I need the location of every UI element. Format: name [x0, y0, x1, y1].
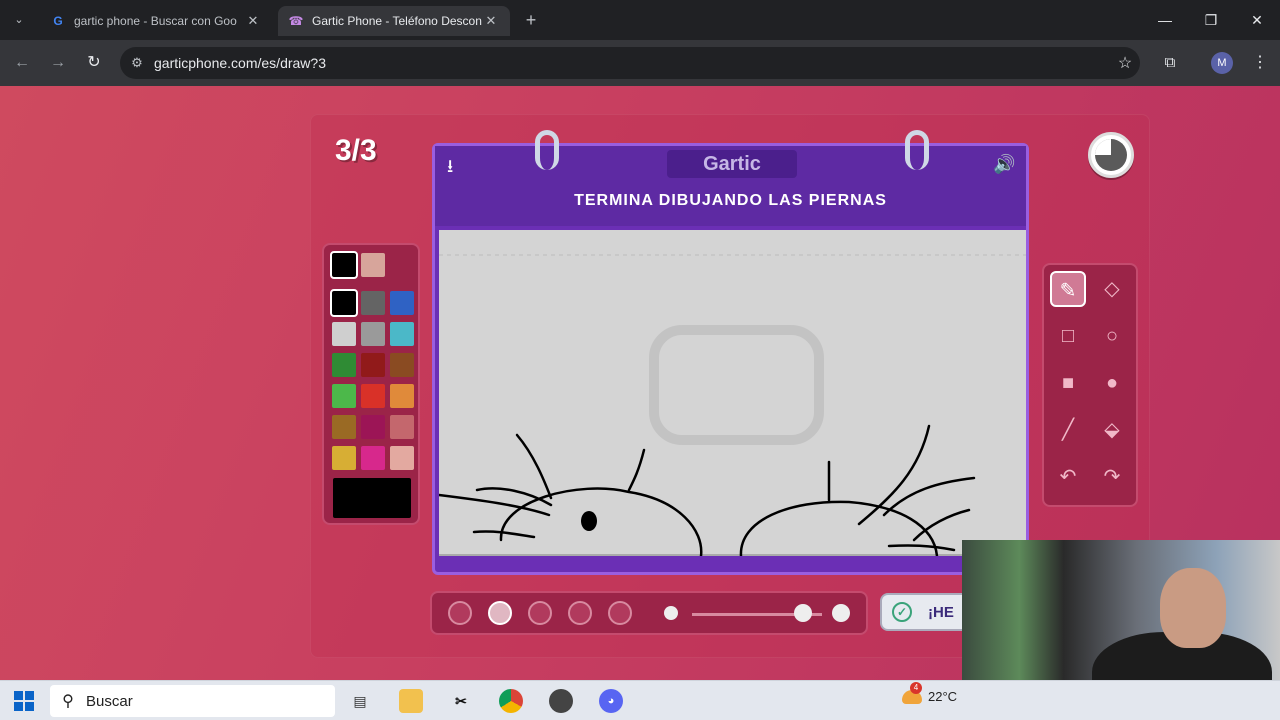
tab-strip: ⌄ G gartic phone - Buscar con Goo ✕ ☎ Ga… [0, 0, 1280, 40]
undo-icon[interactable]: ↶ [1050, 459, 1086, 495]
color-swatch[interactable] [361, 384, 385, 408]
brush-size-option[interactable] [528, 601, 552, 625]
drawing-board: ⭳ Gartic 🔊 TERMINA DIBUJANDO LAS PIERNAS [432, 130, 1029, 575]
tab-google-search[interactable]: G gartic phone - Buscar con Goo ✕ [40, 6, 272, 36]
check-icon: ✓ [892, 602, 912, 622]
download-icon[interactable]: ⭳ [447, 154, 453, 184]
tab-search-chevron-icon[interactable]: ⌄ [8, 9, 30, 31]
obs-icon[interactable] [549, 689, 573, 713]
rectangle-outline-icon[interactable]: □ [1050, 318, 1086, 354]
opacity-min-icon [664, 606, 678, 620]
brush-size-option[interactable] [608, 601, 632, 625]
windows-start-icon[interactable] [14, 691, 34, 711]
color-swatch[interactable] [390, 446, 414, 470]
round-counter: 3/3 [335, 134, 377, 167]
color-swatch[interactable] [390, 291, 414, 315]
reload-icon[interactable]: ↻ [82, 51, 106, 75]
bookmark-star-icon[interactable]: ☆ [1110, 53, 1140, 73]
close-tab-icon[interactable]: ✕ [244, 13, 262, 29]
tab-title: gartic phone - Buscar con Goo [74, 14, 237, 28]
color-swatch[interactable] [390, 353, 414, 377]
brush-size-bar [430, 591, 868, 635]
color-swatch[interactable] [361, 253, 385, 277]
capcut-icon[interactable]: ✂ [449, 689, 473, 713]
opacity-slider-knob[interactable] [793, 604, 812, 622]
opacity-max-icon [832, 604, 850, 622]
color-swatch[interactable] [330, 251, 358, 279]
brush-size-option[interactable] [448, 601, 472, 625]
browser-menu-icon[interactable]: ⋮ [1250, 51, 1270, 75]
taskbar-search[interactable]: ⚲ Buscar [50, 685, 335, 717]
task-view-icon[interactable]: ▤ [348, 689, 372, 713]
color-swatch[interactable] [361, 322, 385, 346]
search-icon: ⚲ [62, 693, 74, 710]
brush-size-option[interactable] [568, 601, 592, 625]
done-button[interactable]: ✓ ¡HE [880, 593, 970, 631]
binder-ring-right [905, 130, 929, 170]
weather-icon: 4 [902, 681, 922, 704]
back-icon[interactable]: ← [10, 51, 34, 75]
redo-icon[interactable]: ↷ [1094, 459, 1130, 495]
color-swatch[interactable] [332, 322, 356, 346]
phone-icon: ☎ [288, 14, 304, 28]
chrome-icon[interactable] [499, 689, 523, 713]
color-swatch[interactable] [361, 446, 385, 470]
windows-taskbar: ⚲ Buscar ▤ ✂ ◕ 4 22°C [0, 680, 1280, 720]
color-swatch[interactable] [332, 415, 356, 439]
current-color-preview[interactable] [333, 478, 411, 518]
color-swatch[interactable] [330, 289, 358, 317]
weather-temp: 22°C [928, 689, 958, 704]
line-icon[interactable]: ╱ [1050, 412, 1086, 448]
forward-icon[interactable]: → [46, 51, 70, 75]
extensions-icon[interactable]: ⧉ [1158, 51, 1182, 75]
color-swatch[interactable] [390, 415, 414, 439]
browser-toolbar: ← → ↻ ⚙ garticphone.com/es/draw?3 ☆ ⧉ M … [0, 40, 1280, 86]
tool-panel: ✎ ◇ □ ○ ■ ● ╱ ⬙ ↶ ↷ [1042, 263, 1138, 507]
gartic-logo: Gartic [667, 150, 797, 178]
done-label: ¡HE [928, 603, 954, 621]
timer-icon [1088, 132, 1134, 178]
new-tab-button[interactable]: + [520, 9, 542, 31]
profile-avatar[interactable]: M [1211, 52, 1233, 74]
restore-button[interactable]: ❐ [1196, 8, 1226, 32]
minimize-button[interactable]: — [1150, 8, 1180, 32]
address-bar[interactable]: ⚙ garticphone.com/es/draw?3 ☆ [120, 47, 1140, 79]
drawing-prompt: TERMINA DIBUJANDO LAS PIERNAS [574, 192, 887, 209]
weather-badge: 4 [910, 681, 922, 694]
eraser-icon[interactable]: ◇ [1094, 271, 1130, 307]
site-settings-icon[interactable]: ⚙ [120, 55, 154, 71]
discord-icon[interactable]: ◕ [599, 689, 623, 713]
color-swatch[interactable] [390, 322, 414, 346]
fill-bucket-icon[interactable]: ⬙ [1094, 412, 1130, 448]
weather-widget[interactable]: 4 22°C [902, 681, 958, 704]
pencil-icon[interactable]: ✎ [1050, 271, 1086, 307]
close-tab-icon[interactable]: ✕ [482, 13, 500, 29]
tab-gartic-phone[interactable]: ☎ Gartic Phone - Teléfono Descon ✕ [278, 6, 510, 36]
color-swatch[interactable] [332, 353, 356, 377]
rectangle-filled-icon[interactable]: ■ [1050, 365, 1086, 401]
color-swatch[interactable] [332, 446, 356, 470]
google-icon: G [53, 14, 63, 28]
close-window-button[interactable]: ✕ [1242, 8, 1272, 32]
color-palette [322, 243, 420, 525]
circle-outline-icon[interactable]: ○ [1094, 318, 1130, 354]
color-swatch[interactable] [361, 291, 385, 315]
binder-ring-left [535, 130, 559, 170]
color-swatch[interactable] [361, 353, 385, 377]
search-placeholder: Buscar [86, 692, 133, 710]
url-text[interactable]: garticphone.com/es/draw?3 [154, 55, 1110, 71]
sound-icon[interactable]: 🔊 [993, 154, 1015, 175]
drawing-canvas[interactable] [439, 230, 1026, 556]
color-swatch[interactable] [332, 384, 356, 408]
color-swatch[interactable] [361, 415, 385, 439]
color-swatch[interactable] [390, 384, 414, 408]
file-explorer-icon[interactable] [399, 689, 423, 713]
brush-size-option[interactable] [488, 601, 512, 625]
tab-title: Gartic Phone - Teléfono Descon [312, 14, 482, 28]
streamer-head [1160, 568, 1226, 648]
circle-filled-icon[interactable]: ● [1094, 365, 1130, 401]
board-header: ⭳ Gartic 🔊 TERMINA DIBUJANDO LAS PIERNAS [435, 146, 1026, 226]
